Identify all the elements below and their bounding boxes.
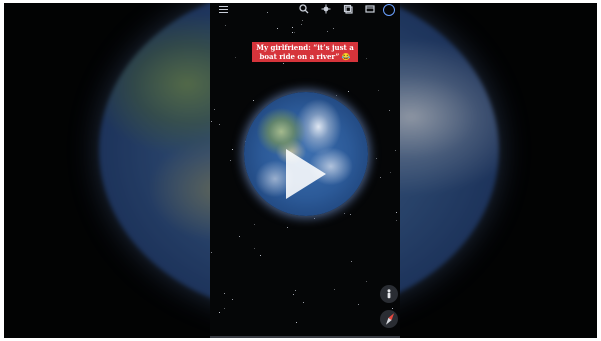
star xyxy=(283,63,284,64)
play-icon[interactable] xyxy=(286,149,326,199)
star xyxy=(334,289,335,290)
star xyxy=(395,150,396,151)
search-icon[interactable] xyxy=(298,4,310,16)
account-icon[interactable] xyxy=(383,4,395,16)
star xyxy=(344,213,345,214)
star xyxy=(292,27,293,28)
star xyxy=(287,227,288,228)
star xyxy=(254,224,255,225)
star xyxy=(211,252,212,253)
star xyxy=(392,308,393,309)
app-toolbar xyxy=(210,3,400,17)
star xyxy=(219,124,220,125)
star xyxy=(366,281,367,282)
star xyxy=(219,312,220,313)
star xyxy=(235,57,236,58)
star xyxy=(301,24,302,25)
star xyxy=(351,261,352,262)
voyager-icon[interactable] xyxy=(320,4,332,16)
star xyxy=(232,149,233,150)
star xyxy=(376,158,377,159)
star xyxy=(230,160,231,161)
star xyxy=(294,32,295,33)
star xyxy=(333,28,334,29)
star xyxy=(366,58,367,59)
star xyxy=(390,172,391,173)
star xyxy=(292,32,293,33)
star xyxy=(327,31,328,32)
star xyxy=(380,177,381,178)
star xyxy=(296,322,297,323)
star xyxy=(396,212,397,213)
video-progress-bar[interactable] xyxy=(210,336,400,338)
star xyxy=(389,110,390,111)
star xyxy=(348,91,349,92)
star xyxy=(378,90,379,91)
star xyxy=(211,121,212,122)
right-pillarbox xyxy=(400,3,597,338)
star xyxy=(293,294,294,295)
video-frame[interactable]: My girlfriend: “it’s just a boat ride on… xyxy=(210,3,400,338)
left-pillarbox xyxy=(4,3,210,338)
projects-icon[interactable] xyxy=(364,4,376,16)
video-player[interactable]: My girlfriend: “it’s just a boat ride on… xyxy=(4,3,597,338)
star xyxy=(277,28,278,29)
star xyxy=(239,236,240,237)
star xyxy=(254,248,255,249)
star xyxy=(260,255,261,256)
star xyxy=(358,304,359,305)
compass-icon[interactable] xyxy=(380,310,398,328)
menu-icon[interactable] xyxy=(219,6,228,13)
layers-icon[interactable] xyxy=(342,4,354,16)
star xyxy=(232,299,233,300)
video-caption: My girlfriend: “it’s just a boat ride on… xyxy=(252,42,358,62)
star xyxy=(253,100,254,101)
street-view-icon[interactable] xyxy=(380,285,398,303)
star xyxy=(225,25,226,26)
star xyxy=(303,302,304,303)
star xyxy=(396,220,397,221)
star xyxy=(224,293,225,294)
star xyxy=(314,218,315,219)
star xyxy=(214,109,215,110)
star xyxy=(295,290,296,291)
star xyxy=(302,20,303,21)
star xyxy=(224,308,225,309)
star xyxy=(350,214,351,215)
compass-needle-south xyxy=(384,317,392,326)
star xyxy=(336,95,337,96)
